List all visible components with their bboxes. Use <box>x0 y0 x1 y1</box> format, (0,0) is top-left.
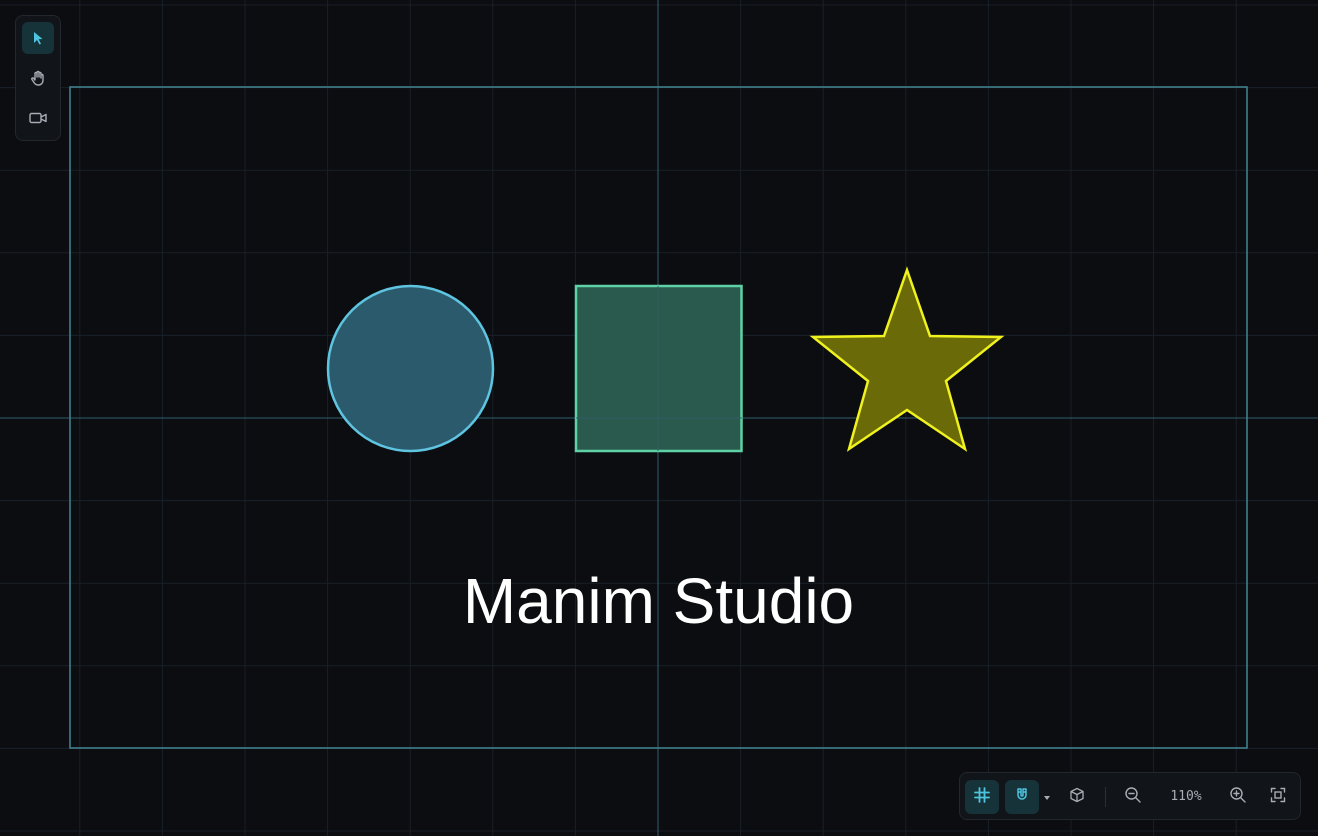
tool-palette <box>15 15 61 141</box>
cube-icon <box>1069 787 1085 808</box>
scene-canvas[interactable]: Manim Studio <box>0 0 1318 836</box>
video-camera-icon <box>28 110 48 126</box>
magnet-icon <box>1015 787 1029 808</box>
grid-toggle-button[interactable] <box>965 780 999 814</box>
hand-icon <box>29 69 47 87</box>
zoom-in-button[interactable] <box>1221 780 1255 814</box>
fit-view-button[interactable] <box>1261 780 1295 814</box>
cursor-arrow-icon <box>30 30 46 46</box>
view-3d-button[interactable] <box>1060 780 1094 814</box>
toolbar-divider <box>1105 787 1106 807</box>
zoom-out-button[interactable] <box>1116 780 1150 814</box>
app-root: Manim Studio 110% <box>0 0 1318 836</box>
grid-hash-icon <box>973 786 991 809</box>
view-toolbar: 110% <box>959 772 1301 820</box>
caret-down-icon <box>1043 788 1051 806</box>
zoom-in-icon <box>1229 786 1247 809</box>
select-tool-button[interactable] <box>22 22 54 54</box>
snap-options-dropdown[interactable] <box>1041 791 1053 803</box>
scene-title-text[interactable]: Manim Studio <box>463 565 854 637</box>
pan-tool-button[interactable] <box>22 62 54 94</box>
zoom-out-icon <box>1124 786 1142 809</box>
fit-frame-icon <box>1270 787 1286 808</box>
circle-shape[interactable] <box>326 284 495 453</box>
camera-tool-button[interactable] <box>22 102 54 134</box>
snap-toggle-button[interactable] <box>1005 780 1039 814</box>
square-shape[interactable] <box>574 284 743 453</box>
zoom-level-readout: 110% <box>1170 789 1202 804</box>
star-shape[interactable] <box>809 266 1005 452</box>
